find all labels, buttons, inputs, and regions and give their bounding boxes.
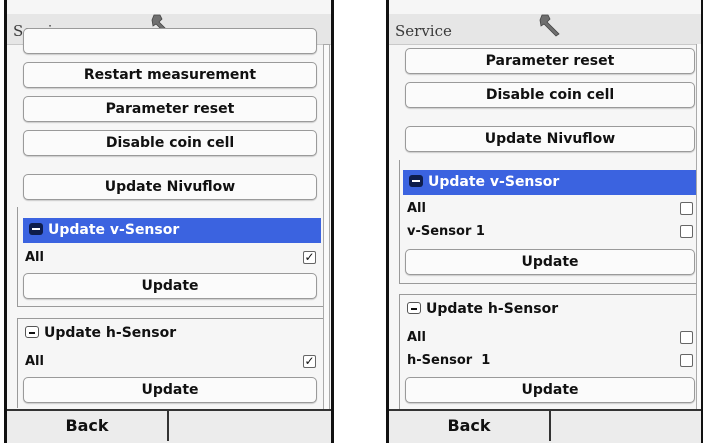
h-sensor-group-header[interactable]: Update h-Sensor (401, 297, 601, 322)
checkmark-icon: ✓ (304, 250, 315, 264)
screen-title: Service (395, 22, 452, 40)
update-nivuflow-button[interactable]: Update Nivuflow (405, 126, 695, 152)
v-sensor-all-checkbox[interactable] (680, 202, 693, 215)
parameter-reset-button[interactable]: Parameter reset (23, 96, 317, 122)
title-bar: Service (389, 14, 701, 45)
scrollbar[interactable] (696, 44, 701, 411)
v-sensor-1-checkbox[interactable] (680, 225, 693, 238)
disable-coin-cell-button[interactable]: Disable coin cell (405, 82, 695, 108)
footer-softkey-right[interactable] (551, 411, 701, 441)
h-sensor-row-all-label: All (25, 354, 44, 369)
h-sensor-row-1-label: h-Sensor 1 (407, 353, 491, 368)
v-sensor-row-1-label: v-Sensor 1 (407, 224, 485, 239)
collapse-icon[interactable] (25, 326, 39, 338)
v-sensor-update-button[interactable]: Update (23, 273, 317, 299)
h-sensor-1-checkbox[interactable] (680, 354, 693, 367)
collapse-icon[interactable] (29, 223, 43, 235)
v-sensor-group-header[interactable]: Update v-Sensor (403, 170, 699, 195)
h-sensor-header-label: Update h-Sensor (44, 325, 177, 341)
v-sensor-all-checkbox[interactable]: ✓ (303, 251, 316, 264)
service-list[interactable]: Restart measurement Parameter reset Disa… (7, 28, 331, 411)
footer-softkey-right[interactable] (169, 411, 331, 441)
h-sensor-row-all-label: All (407, 330, 426, 345)
h-sensor-all-checkbox[interactable]: ✓ (303, 355, 316, 368)
v-sensor-header-label: Update v-Sensor (48, 222, 180, 238)
wrench-icon (539, 14, 560, 37)
h-sensor-header-label: Update h-Sensor (426, 301, 559, 317)
collapse-icon[interactable] (407, 302, 421, 314)
disable-coin-cell-button[interactable]: Disable coin cell (23, 130, 317, 156)
restart-measurement-button[interactable]: Restart measurement (23, 62, 317, 88)
service-screen-left: Service Restart measurement Parameter re… (4, 0, 334, 443)
v-sensor-row-all-label: All (25, 250, 44, 265)
update-nivuflow-button[interactable]: Update Nivuflow (23, 174, 317, 200)
collapse-icon[interactable] (409, 175, 423, 187)
hidden-top-button[interactable] (23, 28, 317, 54)
checkmark-icon: ✓ (304, 354, 315, 368)
footer-bar: Back (389, 409, 701, 443)
back-button[interactable]: Back (389, 411, 551, 441)
h-sensor-group-header[interactable]: Update h-Sensor (19, 321, 279, 346)
h-sensor-update-button[interactable]: Update (23, 377, 317, 403)
service-list[interactable]: Parameter reset Disable coin cell Update… (389, 44, 701, 414)
h-sensor-all-checkbox[interactable] (680, 331, 693, 344)
parameter-reset-button[interactable]: Parameter reset (405, 48, 695, 74)
v-sensor-header-label: Update v-Sensor (428, 174, 560, 190)
footer-bar: Back (7, 409, 331, 443)
scrollbar[interactable] (323, 44, 330, 411)
h-sensor-update-button[interactable]: Update (405, 377, 695, 403)
back-button[interactable]: Back (7, 411, 169, 441)
v-sensor-row-all-label: All (407, 201, 426, 216)
v-sensor-update-button[interactable]: Update (405, 249, 695, 275)
v-sensor-group-header[interactable]: Update v-Sensor (23, 218, 321, 243)
service-screen-right: Service Parameter reset Disable coin cel… (386, 0, 703, 443)
